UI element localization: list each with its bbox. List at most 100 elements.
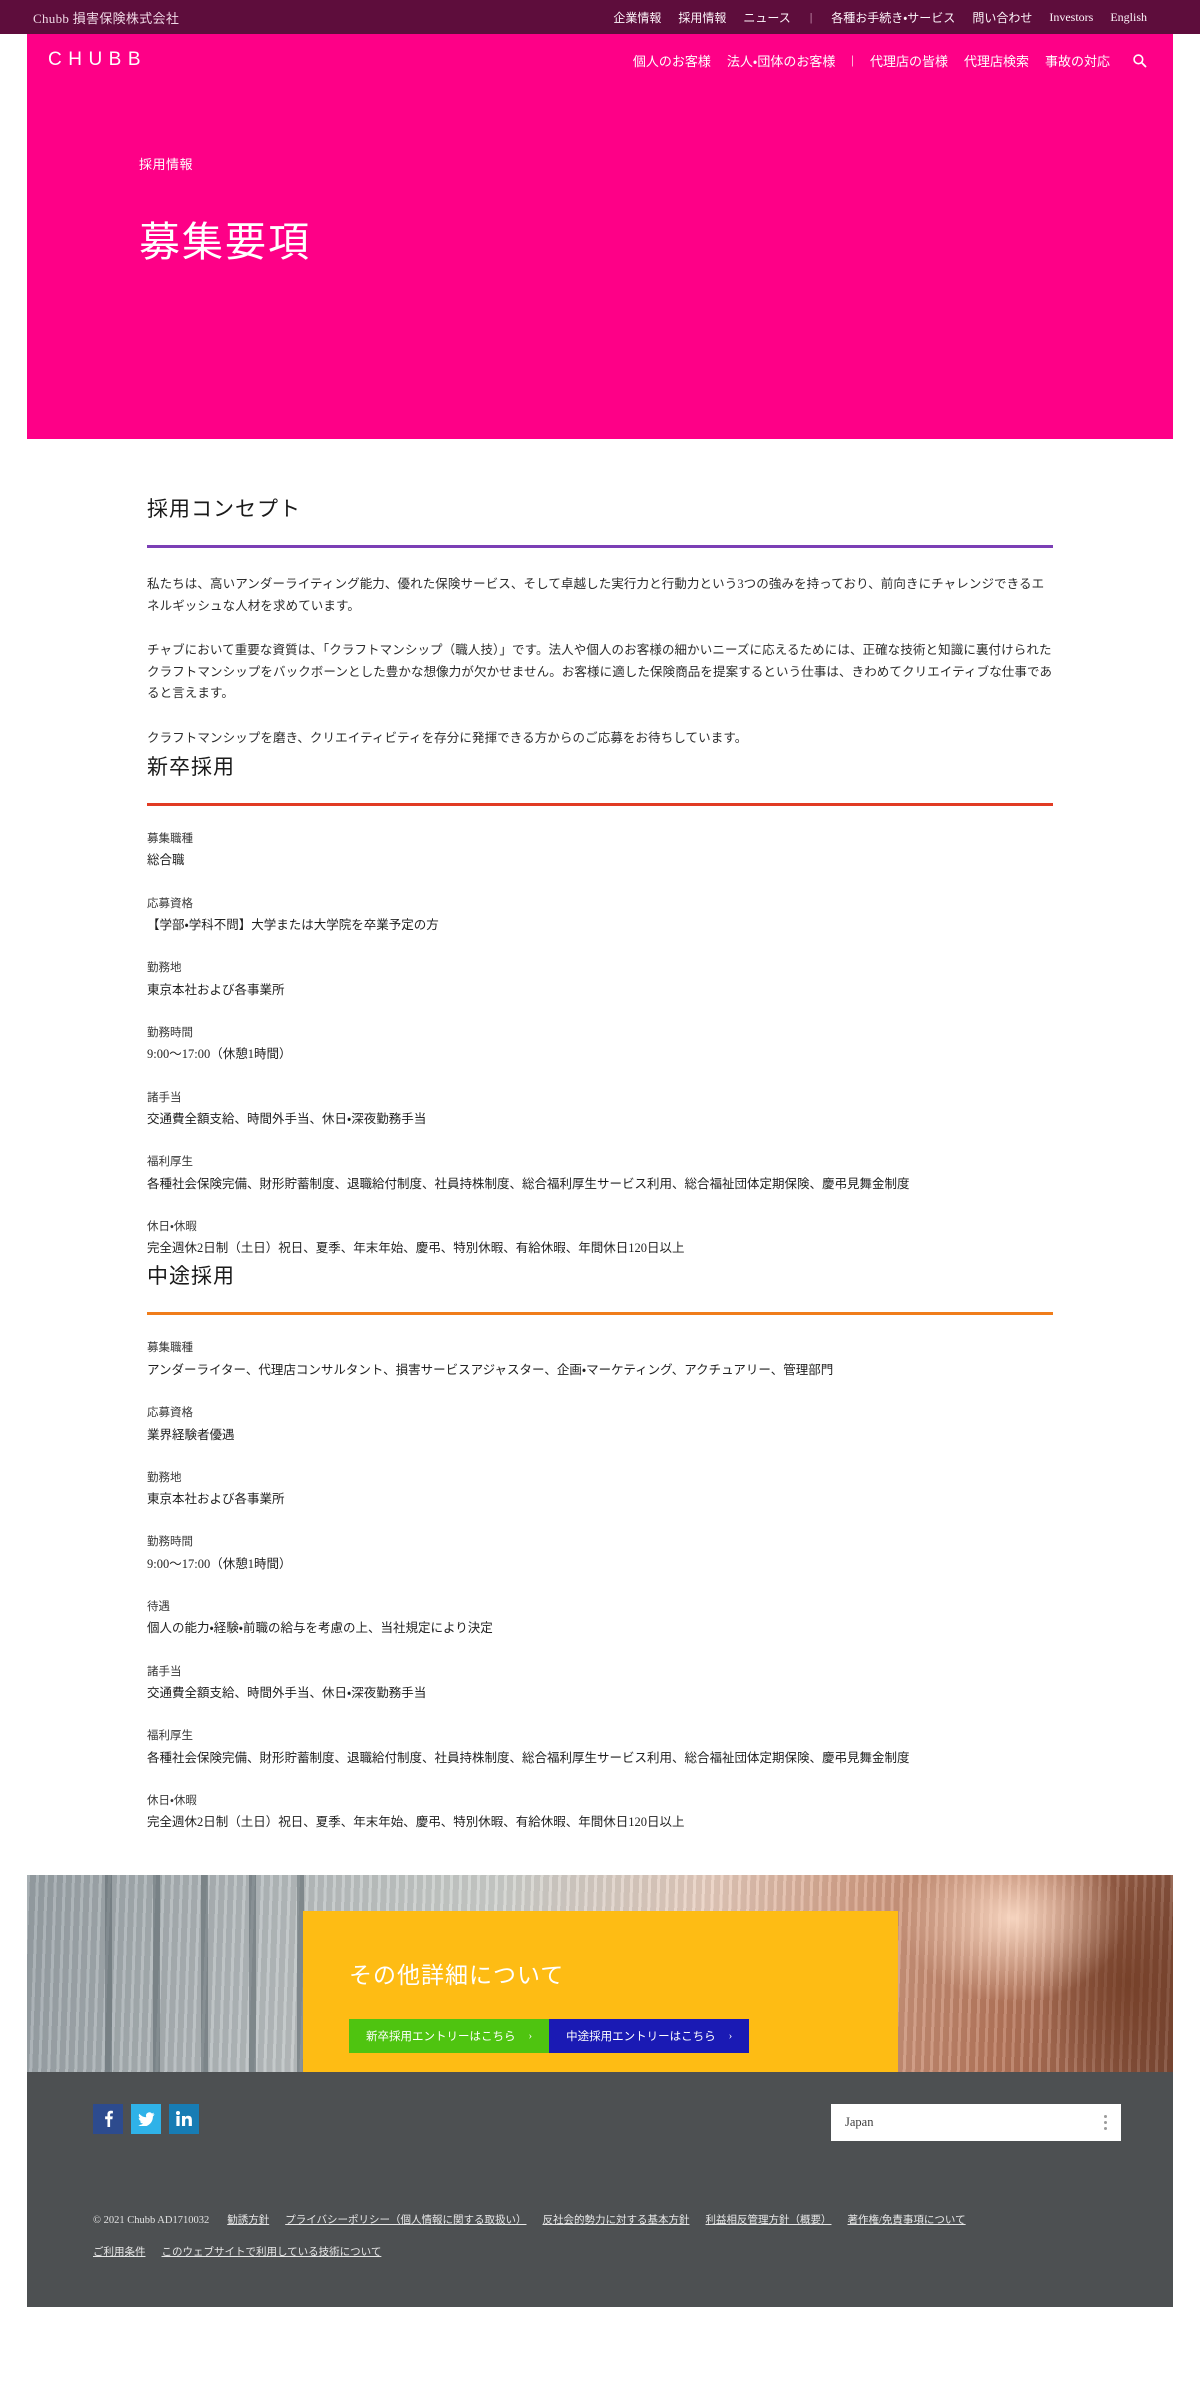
field-row: 応募資格 【学部・学科不問】大学または大学院を卒業予定の方	[147, 895, 1053, 936]
field-row: 福利厚生 各種社会保険完備、財形貯蓄制度、退職給付制度、社員持株制度、総合福利厚…	[147, 1153, 1053, 1194]
cta-button-group: 新卒採用エントリーはこちら › 中途採用エントリーはこちら ›	[303, 1990, 898, 2053]
mid-career-entry-label: 中途採用エントリーはこちら	[566, 2030, 716, 2043]
mid-career-rule	[147, 1312, 1053, 1316]
field-row: 募集職種 総合職	[147, 830, 1053, 871]
field-value: 交通費全額支給、時間外手当、休日・深夜勤務手当	[147, 1111, 427, 1126]
footer-link-terms-of-use[interactable]: ご利用条件	[93, 2247, 146, 2258]
utility-link-company[interactable]: 企業情報	[613, 9, 661, 26]
chevron-down-icon	[1104, 2114, 1107, 2130]
field-row: 応募資格 業界経験者優遇	[147, 1404, 1053, 1445]
concept-paragraph-2: チャブにおいて重要な資質は、「クラフトマンシップ（職人技）」です。法人や個人のお…	[147, 643, 1053, 700]
field-value: 9:00～17:00（休憩1時間）	[147, 1556, 292, 1571]
field-label: 休日・休暇	[147, 1794, 197, 1807]
field-row: 諸手当 交通費全額支給、時間外手当、休日・深夜勤務手当	[147, 1663, 1053, 1704]
field-label: 募集職種	[147, 833, 193, 845]
breadcrumb[interactable]: 採用情報	[139, 154, 1173, 173]
new-grad-entry-label: 新卒採用エントリーはこちら	[366, 2030, 516, 2043]
footer-legal-row-2: ご利用条件 このウェブサイトで利用している技術について	[93, 2235, 1121, 2267]
field-row: 諸手当 交通費全額支給、時間外手当、休日・深夜勤務手当	[147, 1089, 1053, 1130]
field-label: 待遇	[147, 1601, 170, 1614]
copyright-text: © 2021 Chubb AD1710032	[93, 2214, 210, 2226]
footer-link-website-technologies[interactable]: このウェブサイトで利用している技術について	[162, 2247, 382, 2258]
field-row: 福利厚生 各種社会保険完備、財形貯蓄制度、退職給付制度、社員持株制度、総合福利厚…	[147, 1727, 1053, 1768]
field-label: 応募資格	[147, 897, 193, 910]
field-value: 完全週休2日制（土日）祝日、夏季、年末年始、慶弔、特別休暇、有給休暇、年間休日1…	[147, 1815, 685, 1830]
field-label: 勤務地	[147, 1471, 182, 1484]
footer-link-conflict-of-interest-policy[interactable]: 利益相反管理方針（概要）	[706, 2215, 832, 2226]
country-select-value: Japan	[845, 2114, 874, 2129]
utility-link-english[interactable]: English	[1110, 10, 1147, 25]
section-new-grad: 新卒採用 募集職種 総合職 応募資格 【学部・学科不問】大学または大学院を卒業予…	[147, 751, 1053, 1258]
utility-link-news[interactable]: ニュース	[743, 9, 790, 26]
mid-career-entry-button[interactable]: 中途採用エントリーはこちら ›	[549, 2018, 750, 2053]
field-value: 東京本社および各事業所	[147, 1492, 285, 1507]
footer-link-antisocial-forces-policy[interactable]: 反社会的勢力に対する基本方針	[543, 2215, 690, 2226]
utility-bar: Chubb 損害保険株式会社 企業情報 採用情報 ニュース | 各種お手続き・サ…	[0, 0, 1200, 34]
utility-link-contact[interactable]: 問い合わせ	[972, 9, 1032, 26]
field-value: 業界経験者優遇	[147, 1427, 235, 1442]
field-label: 勤務時間	[147, 1536, 193, 1549]
field-value: 交通費全額支給、時間外手当、休日・深夜勤務手当	[147, 1686, 427, 1701]
field-value: アンダーライター、代理店コンサルタント、損害サービスアジャスター、企画・マーケテ…	[147, 1362, 834, 1377]
footer-link-solicitation-policy[interactable]: 勧誘方針	[227, 2215, 269, 2226]
concept-rule	[147, 545, 1053, 548]
field-row: 募集職種 アンダーライター、代理店コンサルタント、損害サービスアジャスター、企画…	[147, 1339, 1053, 1380]
footer-link-privacy-policy[interactable]: プライバシーポリシー（個人情報に関する取扱い）	[285, 2215, 526, 2226]
nav-separator: |	[851, 52, 854, 67]
field-value: 【学部・学科不問】大学または大学院を卒業予定の方	[147, 918, 439, 933]
new-grad-entry-button[interactable]: 新卒採用エントリーはこちら ›	[349, 2018, 550, 2053]
field-label: 休日・休暇	[147, 1220, 197, 1233]
page-root: Chubb 損害保険株式会社 企業情報 採用情報 ニュース | 各種お手続き・サ…	[0, 0, 1200, 2307]
corporate-name: Chubb 損害保険株式会社	[33, 10, 180, 26]
search-icon[interactable]	[1132, 53, 1147, 68]
field-row: 待遇 個人の能力・経験・前職の給与を考慮の上、当社規定により決定	[147, 1598, 1053, 1639]
cta-railing-decoration	[97, 1874, 317, 2072]
field-row: 休日・休暇 完全週休2日制（土日）祝日、夏季、年末年始、慶弔、特別休暇、有給休暇…	[147, 1792, 1053, 1833]
page-title: 募集要項	[139, 219, 311, 265]
new-grad-title: 新卒採用	[147, 755, 235, 779]
field-label: 勤務時間	[147, 1026, 193, 1039]
utility-link-investors[interactable]: Investors	[1049, 10, 1093, 25]
hero-banner: 採用情報 募集要項	[27, 86, 1173, 439]
nav-accident-support[interactable]: 事故の対応	[1045, 51, 1110, 70]
footer-link-copyright-disclaimer[interactable]: 著作権/免責事項について	[848, 2215, 966, 2226]
field-value: 東京本社および各事業所	[147, 982, 285, 997]
field-label: 福利厚生	[147, 1730, 193, 1743]
chevron-right-icon: ›	[728, 2029, 733, 2042]
cta-banner: その他詳細について 新卒採用エントリーはこちら › 中途採用エントリーはこちら …	[27, 1874, 1173, 2072]
utility-link-careers[interactable]: 採用情報	[678, 9, 726, 26]
new-grad-rule	[147, 803, 1053, 806]
field-row: 休日・休暇 完全週休2日制（土日）祝日、夏季、年末年始、慶弔、特別休暇、有給休暇…	[147, 1218, 1053, 1259]
field-label: 諸手当	[147, 1091, 182, 1104]
field-row: 勤務時間 9:00～17:00（休憩1時間）	[147, 1533, 1053, 1574]
nav-agent-search[interactable]: 代理店検索	[964, 51, 1029, 70]
main-content: 採用コンセプト 私たちは、高いアンダーライティング能力、優れた保険サービス、そし…	[27, 439, 1173, 1833]
concept-title: 採用コンセプト	[147, 497, 301, 521]
mid-career-title: 中途採用	[147, 1264, 235, 1289]
field-value: 個人の能力・経験・前職の給与を考慮の上、当社規定により決定	[147, 1621, 493, 1636]
utility-link-services[interactable]: 各種お手続き・サービス	[831, 9, 955, 26]
linkedin-icon[interactable]	[169, 2103, 199, 2134]
chubb-logo[interactable]: CHUBB	[27, 49, 147, 71]
field-label: 応募資格	[147, 1407, 193, 1420]
nav-corporate[interactable]: 法人・団体のお客様	[727, 51, 835, 70]
facebook-icon[interactable]	[93, 2103, 123, 2134]
brand-bar: CHUBB 個人のお客様 法人・団体のお客様 | 代理店の皆様 代理店検索 事故…	[27, 34, 1173, 86]
field-value: 9:00～17:00（休憩1時間）	[147, 1047, 292, 1062]
main-nav: 個人のお客様 法人・団体のお客様 | 代理店の皆様 代理店検索 事故の対応	[633, 51, 1173, 70]
concept-paragraph-1: 私たちは、高いアンダーライティング能力、優れた保険サービス、そして卓越した実行力…	[147, 577, 1045, 613]
nav-agents[interactable]: 代理店の皆様	[870, 51, 948, 70]
field-label: 諸手当	[147, 1665, 182, 1678]
field-label: 勤務地	[147, 962, 182, 975]
cta-heading: その他詳細について	[349, 1962, 565, 1988]
field-row: 勤務地 東京本社および各事業所	[147, 1469, 1053, 1510]
field-value: 総合職	[147, 853, 185, 868]
footer-legal: © 2021 Chubb AD1710032 勧誘方針 プライバシーポリシー（個…	[27, 2141, 1173, 2267]
field-label: 福利厚生	[147, 1156, 193, 1169]
twitter-icon[interactable]	[131, 2103, 161, 2134]
section-concept: 採用コンセプト 私たちは、高いアンダーライティング能力、優れた保険サービス、そし…	[147, 493, 1053, 749]
country-select[interactable]: Japan	[831, 2103, 1121, 2141]
section-mid-career: 中途採用 募集職種 アンダーライター、代理店コンサルタント、損害サービスアジャス…	[147, 1260, 1053, 1832]
nav-individual[interactable]: 個人のお客様	[633, 51, 711, 70]
chevron-right-icon: ›	[528, 2029, 533, 2042]
